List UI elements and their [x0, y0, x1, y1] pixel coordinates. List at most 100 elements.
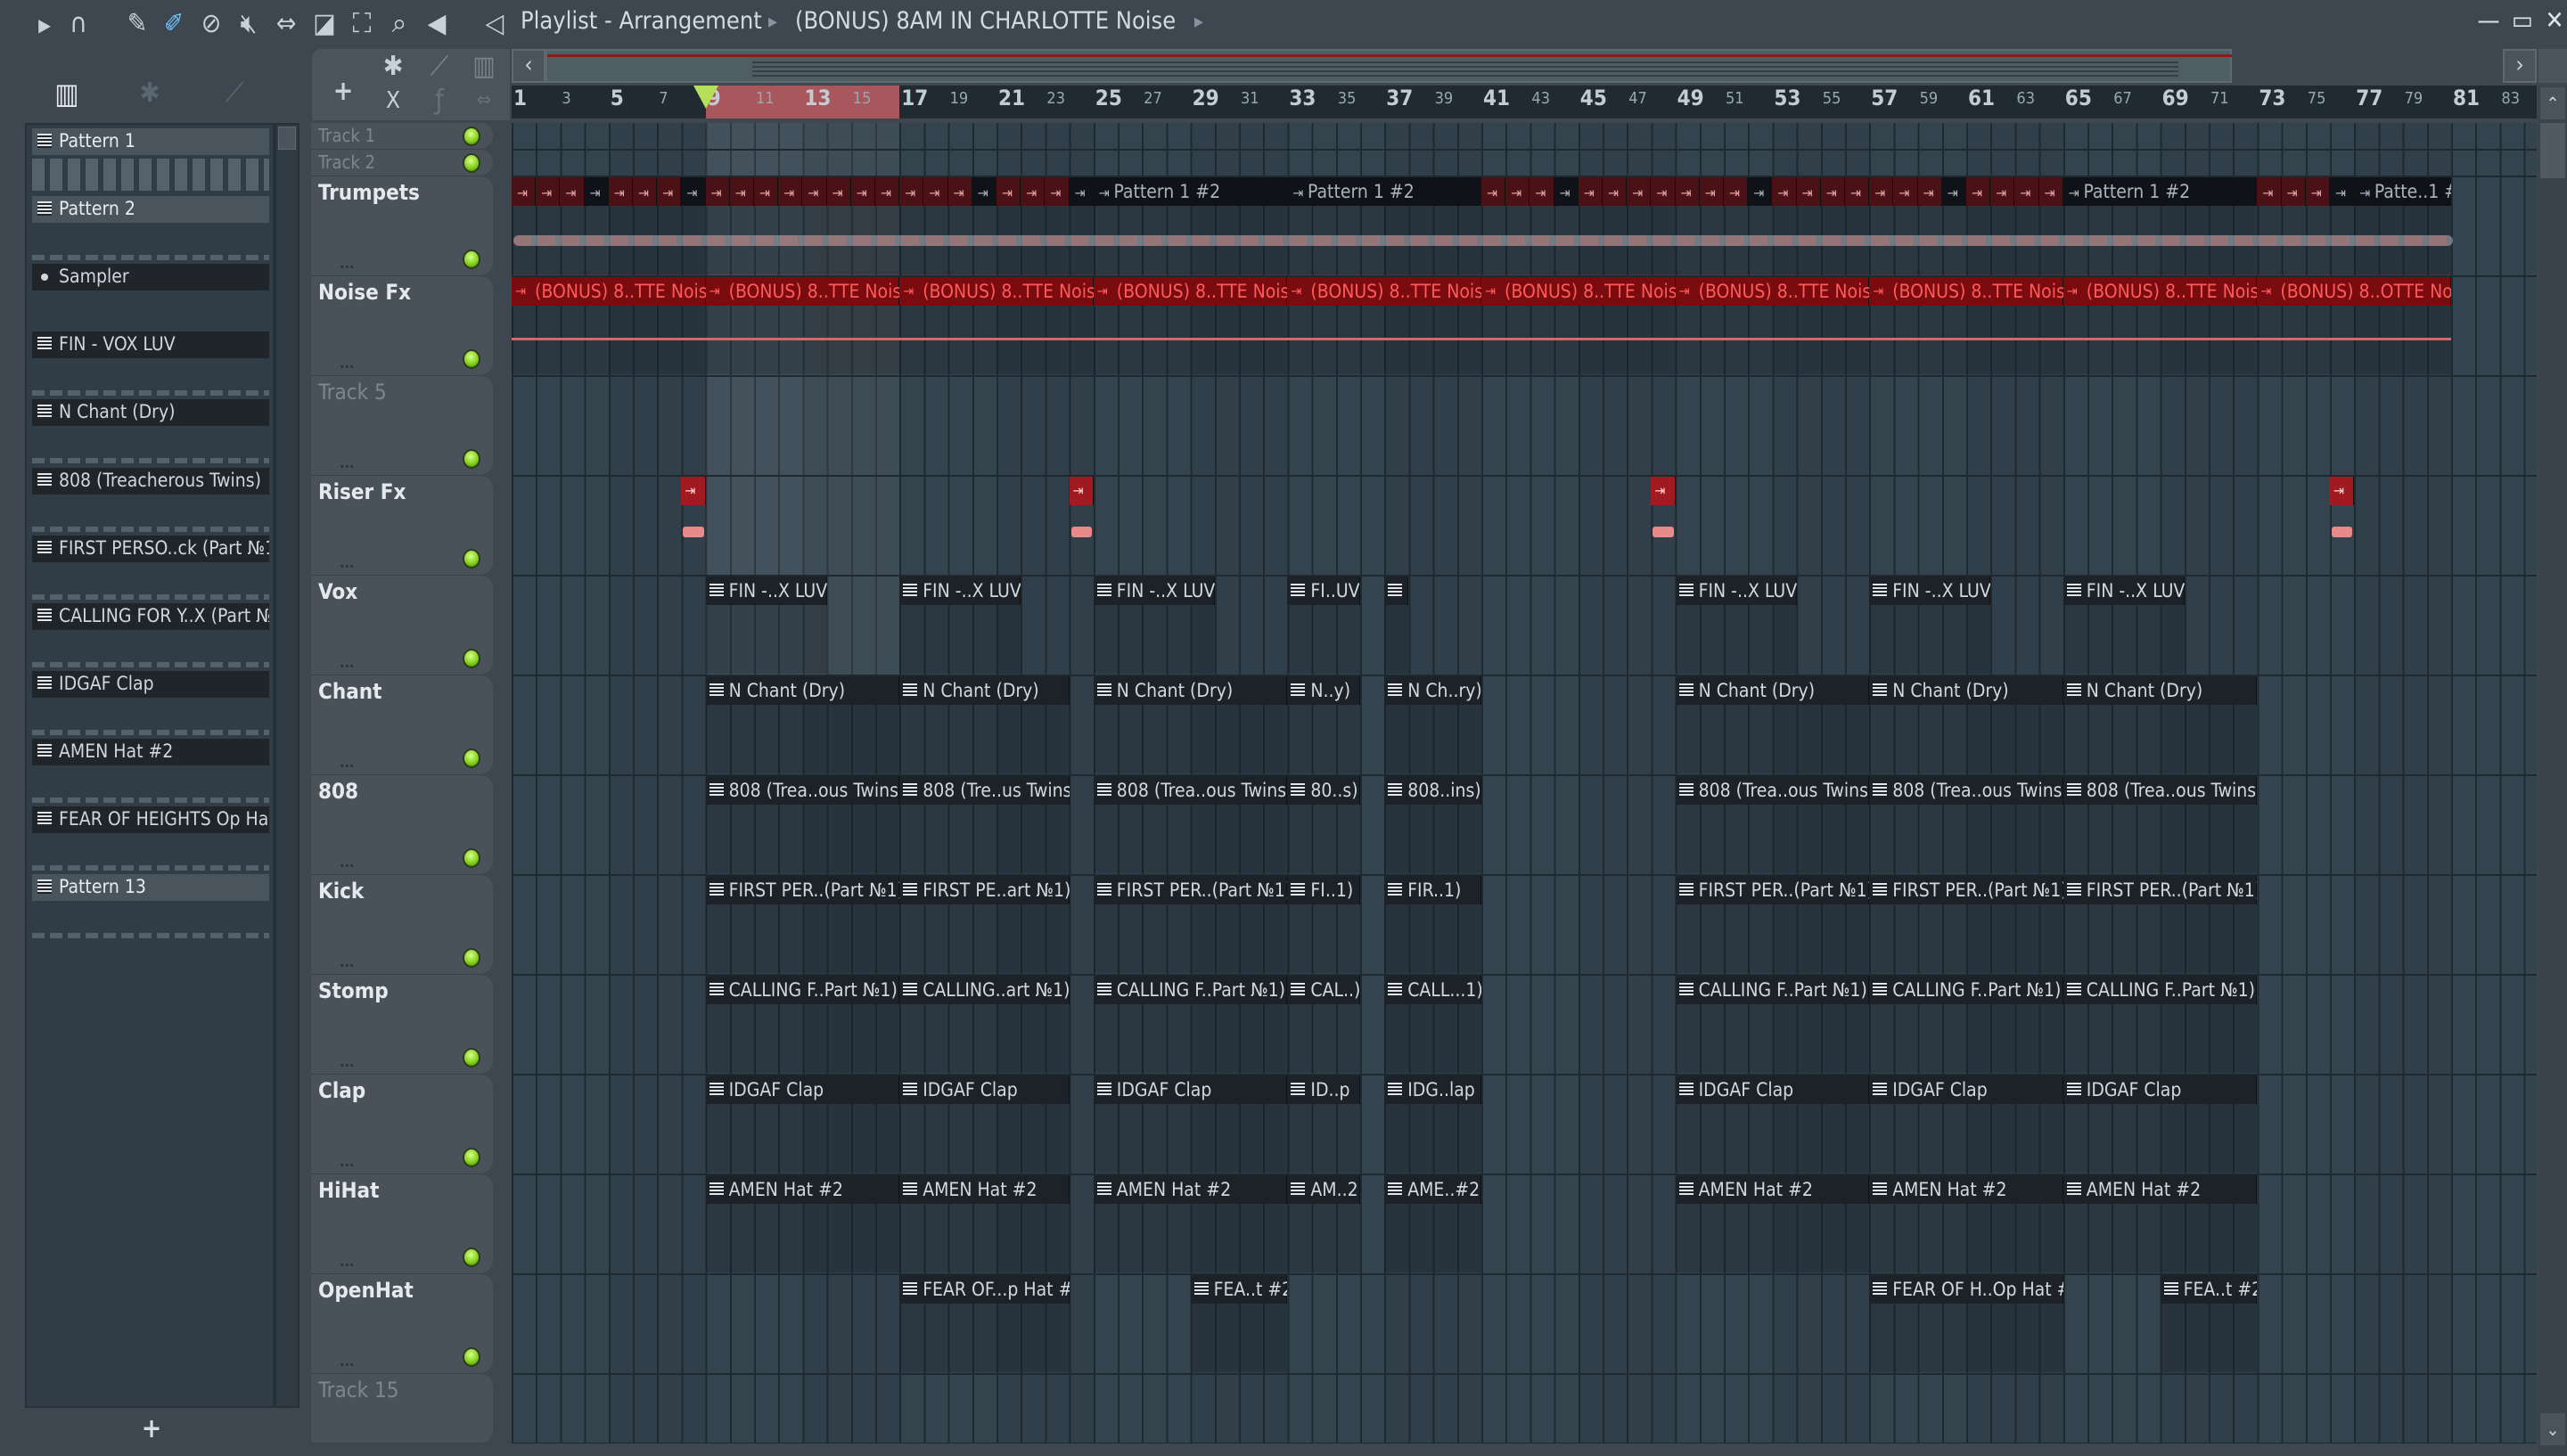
clip-header[interactable]: FIRST PER..(Part №1) [1869, 876, 2063, 904]
playlist-clip[interactable]: FIRST PER..(Part №1) [1869, 876, 2063, 973]
playlist-clip[interactable]: CALLING F..Part №1) [1869, 976, 2063, 1073]
vertical-scrollbar[interactable]: ⌃ ⌄ [2538, 86, 2567, 1456]
overview-scroll-right-button[interactable]: › [2503, 49, 2537, 83]
clip-header[interactable]: ⇥ [850, 177, 875, 206]
playlist-clip[interactable]: 808 (Tre..us Twins) [899, 776, 1070, 873]
track-mute-led[interactable] [463, 948, 480, 968]
track-name[interactable]: OpenHat [318, 1278, 414, 1303]
clip-header[interactable]: ⇥ [2305, 177, 2330, 206]
clip-header[interactable]: ⇥ [754, 177, 779, 206]
clip-header[interactable]: AMEN Hat #2 [1675, 1175, 1870, 1204]
automation-icon[interactable]: ⟋ [217, 76, 252, 111]
picker-scroll-thumb[interactable] [278, 127, 296, 150]
track-options-dots[interactable]: ... [340, 754, 354, 771]
piano-roll-icon[interactable]: ▥ [49, 76, 85, 111]
track-name[interactable]: Kick [318, 879, 364, 904]
clip-header[interactable]: FIN -..X LUV [705, 577, 827, 605]
clip-header[interactable]: AME..#2 [1384, 1175, 1481, 1204]
trumpet-clip[interactable]: ⇥ [705, 177, 730, 274]
picker-item[interactable]: Sampler [32, 264, 269, 291]
clip-header[interactable]: AMEN Hat #2 [899, 1175, 1070, 1204]
track-name[interactable]: Stomp [318, 978, 389, 1003]
play-menu-icon[interactable]: ▶ [27, 7, 62, 43]
playlist-clip[interactable]: AMEN Hat #2 [1675, 1175, 1870, 1272]
breadcrumb-playlist[interactable]: Playlist - Arrangement [521, 7, 762, 35]
clip-header[interactable]: ⇥ [1651, 177, 1676, 206]
chevron-right-icon[interactable]: ▸ [1194, 11, 1203, 33]
clip-header[interactable]: FIN -..X LUV [1093, 577, 1215, 605]
playlist-clip[interactable]: IDGAF Clap [1869, 1076, 2063, 1173]
zoom-icon[interactable]: ⌕ [381, 6, 417, 42]
playlist-clip[interactable]: CALLING..art №1) [899, 976, 1070, 1073]
trumpet-clip[interactable]: ⇥ [1699, 177, 1724, 274]
picker-item[interactable]: AMEN Hat #2 [32, 738, 269, 765]
playlist-clip[interactable]: CALLING F..Part №1) [1675, 976, 1870, 1073]
clip-header[interactable]: ⇥ [947, 177, 972, 206]
picker-item[interactable]: FIN - VOX LUV [32, 331, 269, 359]
clip-header[interactable]: ⇥ Pattern 1 #2 [1287, 177, 1481, 206]
picker-item[interactable]: FEAR OF HEIGHTS Op Hat #2 [32, 806, 269, 833]
picker-item[interactable]: CALLING FOR Y..X (Part №1) [32, 602, 269, 630]
track-header[interactable]: OpenHat... [311, 1274, 493, 1374]
trumpet-clip[interactable]: ⇥ [1941, 177, 1966, 274]
playlist-clip[interactable]: ⇥ (BONUS) 8..TTE Noise [1675, 277, 1870, 374]
playlist-clip[interactable]: AMEN Hat #2 [705, 1175, 900, 1272]
clip-header[interactable]: AMEN Hat #2 [1869, 1175, 2063, 1204]
playlist-clip[interactable]: FEAR OF H..Op Hat #2 [1869, 1275, 2063, 1372]
clip-header[interactable]: ⇥ [633, 177, 658, 206]
trumpet-clip[interactable]: ⇥ [729, 177, 754, 274]
track-options-dots[interactable]: ... [340, 1053, 354, 1070]
playlist-clip[interactable]: 808 (Trea..ous Twins) [1093, 776, 1288, 873]
clip-header[interactable]: ⇥ Pattern 1 #2 [2063, 177, 2258, 206]
curve-icon[interactable]: ƒ [422, 83, 457, 119]
clip-header[interactable]: AMEN Hat #2 [705, 1175, 900, 1204]
track-header[interactable]: Noise Fx... [311, 276, 493, 376]
clip-header[interactable]: FIRST PE..art №1) [899, 876, 1070, 904]
clip-header[interactable]: CALLING F..Part №1) [1869, 976, 2063, 1004]
picker-scrollbar[interactable] [275, 123, 299, 1408]
playlist-clip[interactable]: N Chant (Dry) [705, 676, 900, 773]
playlist-clip[interactable]: FIN -..X LUV [705, 577, 827, 674]
trumpet-clip[interactable]: ⇥ [2014, 177, 2039, 274]
clip-header[interactable]: ⇥ [2281, 177, 2306, 206]
clip-header[interactable]: ⇥ [1021, 177, 1046, 206]
clip-header[interactable]: IDGAF Clap [899, 1076, 1070, 1104]
brush-icon[interactable]: ✐ [156, 6, 192, 42]
track-options-dots[interactable]: ... [340, 554, 354, 571]
clip-header[interactable]: ⇥ (BONUS) 8..TTE Noise [899, 277, 1094, 306]
clip-header[interactable]: 80..s) [1287, 776, 1360, 805]
track-mute-led[interactable] [463, 1148, 480, 1167]
playlist-clip[interactable]: FIRST PER..(Part №1) [705, 876, 900, 973]
trumpet-clip[interactable]: ⇥ [923, 177, 948, 274]
playlist-clip[interactable]: N Chant (Dry) [899, 676, 1070, 773]
track-header[interactable]: Track 5... [311, 376, 493, 476]
close-button[interactable]: ✕ [2538, 5, 2567, 41]
clip-header[interactable] [1384, 577, 1409, 605]
playlist-clip[interactable]: 808 (Trea..ous Twins) [1675, 776, 1870, 873]
track-options-dots[interactable]: ... [340, 454, 354, 471]
trumpet-clip[interactable]: ⇥ [1748, 177, 1773, 274]
clip-header[interactable]: FIRST PER..(Part №1) [2063, 876, 2258, 904]
trumpet-clip[interactable]: ⇥ [1772, 177, 1797, 274]
trumpet-clip[interactable]: ⇥ [1724, 177, 1749, 274]
playlist-clip[interactable]: FEAR OF...p Hat #2 [899, 1275, 1070, 1372]
clip-header[interactable]: ⇥ [681, 477, 706, 505]
clip-header[interactable]: ⇥ Patte..1 #2 [2354, 177, 2451, 206]
playlist-clip[interactable]: N Chant (Dry) [1675, 676, 1870, 773]
clip-header[interactable]: ⇥ (BONUS) 8..TTE Noise [1093, 277, 1288, 306]
magnet-icon[interactable]: ∩ [61, 6, 96, 42]
track-name[interactable]: Clap [318, 1078, 365, 1103]
clip-header[interactable]: ⇥ (BONUS) 8..TTE Noise [1869, 277, 2063, 306]
clip-header[interactable]: 808 (Trea..ous Twins) [705, 776, 900, 805]
clip-header[interactable]: AMEN Hat #2 [1093, 1175, 1288, 1204]
playlist-clip[interactable]: CALLING F..Part №1) [1093, 976, 1288, 1073]
trumpet-clip[interactable]: ⇥ [778, 177, 803, 274]
stretch-icon[interactable]: ⇔ [466, 83, 502, 119]
trumpet-clip[interactable]: ⇥ [1627, 177, 1652, 274]
trumpet-clip[interactable]: ⇥ Pattern 1 #2 [2063, 177, 2258, 274]
clip-header[interactable]: ⇥ [972, 177, 996, 206]
clip-header[interactable]: ⇥ [1554, 177, 1579, 206]
clip-header[interactable]: ⇥ [1796, 177, 1821, 206]
picker-add-button[interactable]: + [134, 1413, 169, 1445]
trumpet-clip[interactable]: ⇥ [1966, 177, 1991, 274]
